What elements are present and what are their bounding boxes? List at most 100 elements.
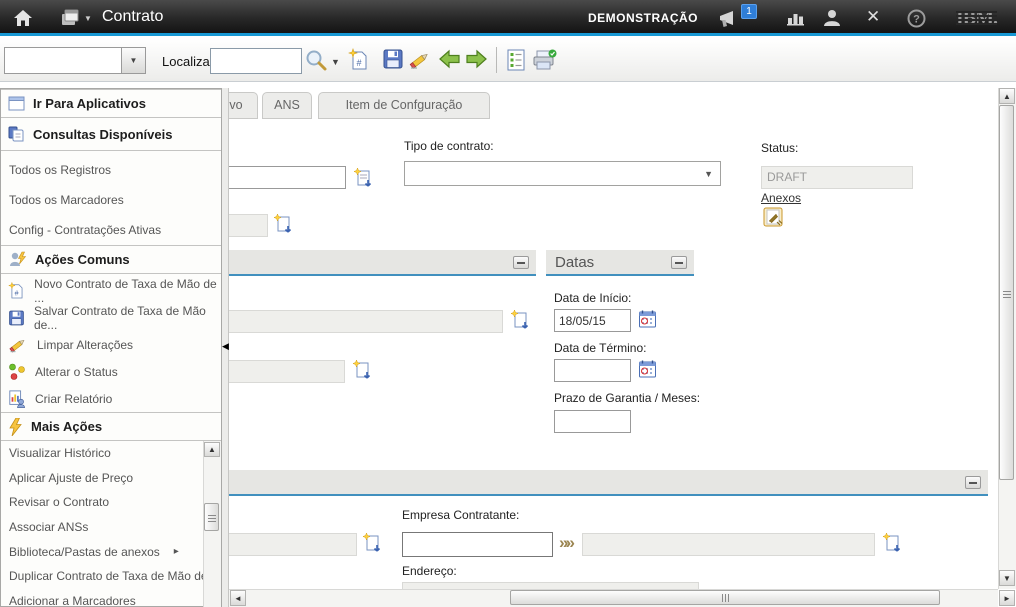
long-description-icon[interactable] (362, 532, 382, 559)
submenu-arrow-icon: ▸ (174, 546, 179, 557)
more-visualizar-historico[interactable]: Visualizar Histórico (1, 441, 221, 466)
panel-scroll-up-button[interactable]: ▲ (204, 442, 220, 457)
minimize-section-button[interactable] (513, 256, 529, 269)
clear-changes-icon (8, 335, 28, 355)
calendar-icon[interactable] (638, 309, 657, 334)
svg-text:?: ? (913, 14, 920, 26)
tipo-contrato-caret-icon[interactable]: ▼ (704, 169, 713, 179)
anexos-link[interactable]: Anexos (761, 191, 801, 205)
top-navigation-bar: ▼ Contrato DEMONSTRAÇÃO 1 ✕ (0, 0, 1016, 36)
go-to-applications-header[interactable]: Ir Para Aplicativos (1, 89, 221, 118)
scroll-down-button[interactable]: ▼ (999, 570, 1015, 586)
page-title: Contrato (102, 8, 163, 26)
change-status-icon (8, 363, 26, 381)
panel-collapse-strip[interactable]: ◀ (222, 88, 229, 607)
more-aplicar-ajuste-de-preco[interactable]: Aplicar Ajuste de Preço (1, 466, 221, 491)
status-label: Status: (761, 141, 798, 155)
go-to-caret-icon[interactable]: ▼ (84, 14, 92, 23)
detail-menu-chevron-icon[interactable]: »» (559, 533, 572, 553)
action-salvar-contrato[interactable]: Salvar Contrato de Taxa de Mão de... (1, 304, 221, 331)
home-icon[interactable] (12, 8, 34, 33)
announcements-icon[interactable] (717, 8, 743, 35)
action-alterar-o-status[interactable]: Alterar o Status (1, 358, 221, 385)
more-adicionar-a-marcadores[interactable]: Adicionar a Marcadores (1, 589, 221, 607)
more-associar-anss[interactable]: Associar ANSs (1, 515, 221, 540)
tipo-contrato-label: Tipo de contrato: (404, 139, 494, 153)
data-inicio-label: Data de Início: (554, 291, 631, 305)
queries-icon (8, 126, 25, 143)
window-icon (8, 96, 25, 111)
more-revisar-o-contrato[interactable]: Revisar o Contrato (1, 490, 221, 515)
tipo-contrato-dropdown[interactable]: ▼ (404, 161, 721, 186)
action-criar-relatorio[interactable]: Criar Relatório (1, 385, 221, 412)
prazo-garantia-label: Prazo de Garantia / Meses: (554, 391, 700, 405)
go-to-apps-icon[interactable] (60, 8, 82, 33)
query-config-contratacoes-ativas[interactable]: Config - Contratações Ativas (1, 215, 221, 245)
status-field: DRAFT (761, 166, 913, 189)
more-duplicar-contrato[interactable]: Duplicar Contrato de Taxa de Mão de ... (1, 564, 221, 589)
query-todos-os-registros[interactable]: Todos os Registros (1, 155, 221, 185)
svg-text:#: # (356, 58, 361, 68)
minimize-empresa-button[interactable] (965, 476, 981, 489)
app-switcher-input[interactable] (5, 48, 121, 73)
long-description-icon[interactable] (882, 532, 902, 559)
profile-icon[interactable] (822, 8, 842, 33)
new-record-icon[interactable]: # (348, 48, 372, 72)
minimize-datas-button[interactable] (671, 256, 687, 269)
long-description-icon[interactable] (510, 309, 530, 336)
search-options-caret-icon[interactable]: ▼ (331, 57, 340, 67)
close-icon[interactable]: ✕ (866, 7, 880, 27)
save-icon (8, 309, 25, 327)
empresa-section-header (180, 470, 988, 496)
notification-count-badge[interactable]: 1 (741, 4, 757, 19)
action-limpar-alteracoes[interactable]: Limpar Alterações (1, 331, 221, 358)
scroll-left-button[interactable]: ◄ (230, 590, 246, 606)
app-switcher-combobox[interactable]: ▼ (4, 47, 146, 74)
panel-scrollbar-thumb[interactable] (204, 503, 219, 531)
scroll-right-button[interactable]: ► (999, 590, 1015, 606)
environment-label: DEMONSTRAÇÃO (588, 11, 698, 25)
action-novo-contrato[interactable]: # Novo Contrato de Taxa de Mão de ... (1, 277, 221, 304)
print-icon[interactable] (532, 48, 556, 72)
record-toolbar: ▼ Localizar: ▼ # (0, 39, 1016, 82)
reports-chart-icon[interactable] (786, 10, 806, 31)
scroll-up-button[interactable]: ▲ (999, 88, 1015, 104)
more-biblioteca-pastas-de-anexos[interactable]: Biblioteca/Pastas de anexos ▸ (1, 539, 221, 564)
endereco-label: Endereço: (402, 564, 457, 578)
app-switcher-caret-icon[interactable]: ▼ (121, 48, 145, 73)
available-queries-header[interactable]: Consultas Disponíveis (1, 118, 221, 151)
select-action-icon[interactable] (505, 48, 529, 72)
tab-ans[interactable]: ANS (262, 92, 312, 119)
common-actions-header: Ações Comuns (1, 245, 221, 274)
horizontal-scrollbar-thumb[interactable] (510, 590, 940, 605)
create-report-icon (8, 390, 26, 408)
ibm-logo: IBM. (956, 7, 997, 30)
prazo-garantia-input[interactable] (554, 410, 631, 433)
panel-collapse-icon[interactable]: ◀ (222, 341, 229, 352)
long-description-icon[interactable] (352, 359, 372, 386)
next-record-icon[interactable] (464, 48, 488, 72)
attachments-paperclip-icon[interactable] (763, 207, 785, 234)
help-icon[interactable]: ? (906, 8, 927, 34)
tab-item-de-configuracao[interactable]: Item de Confguração (318, 92, 490, 119)
empresa-descricao-field (582, 533, 875, 556)
save-icon[interactable] (382, 48, 406, 72)
localizar-input[interactable] (210, 48, 302, 74)
maximo-app-window: ▼ Contrato DEMONSTRAÇÃO 1 ✕ (0, 0, 1016, 607)
clear-changes-icon[interactable] (408, 48, 432, 72)
svg-text:#: # (15, 290, 19, 297)
vertical-scrollbar-thumb[interactable] (999, 105, 1014, 480)
previous-record-icon[interactable] (438, 48, 462, 72)
data-inicio-input[interactable] (554, 309, 631, 332)
query-todos-os-marcadores[interactable]: Todos os Marcadores (1, 185, 221, 215)
long-description-icon[interactable] (353, 167, 373, 194)
long-description-icon[interactable] (273, 213, 293, 240)
datas-section-header: Datas (546, 250, 694, 276)
search-icon[interactable] (304, 48, 328, 72)
empresa-contratante-input[interactable] (402, 532, 553, 557)
toolbar-separator (496, 47, 497, 73)
more-actions-icon (8, 418, 23, 436)
ibm-logo-stripes (956, 9, 997, 27)
data-termino-input[interactable] (554, 359, 631, 382)
calendar-icon[interactable] (638, 359, 657, 384)
